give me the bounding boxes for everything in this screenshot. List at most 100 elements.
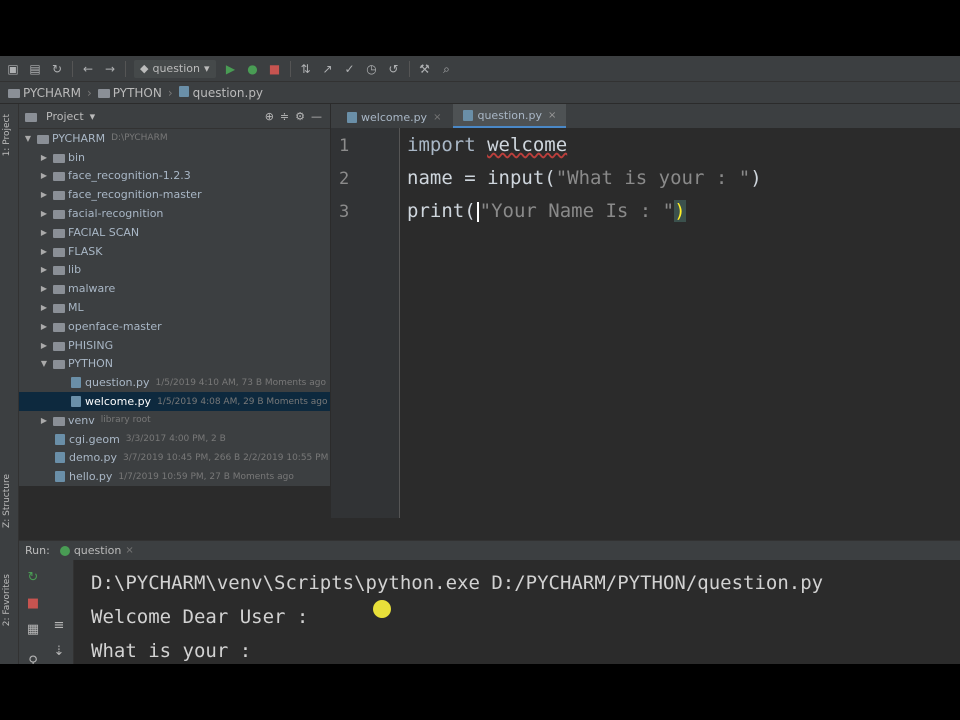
tree-item-label: demo.py bbox=[69, 451, 117, 465]
tree-folder[interactable]: ▶ lib bbox=[19, 261, 330, 280]
tree-item-label: lib bbox=[68, 263, 82, 277]
project-panel: Project ▾ ⊕ ≑ ⚙ — ▼ PYCHARM D:\PYCHARM ▶… bbox=[19, 104, 330, 486]
python-file-icon bbox=[71, 396, 81, 408]
chevron-right-icon[interactable]: ▶ bbox=[39, 228, 49, 237]
back-icon[interactable]: ← bbox=[81, 62, 95, 76]
chevron-right-icon[interactable]: ▶ bbox=[39, 171, 49, 180]
breadcrumb-folder-label: PYTHON bbox=[112, 85, 162, 100]
tree-folder[interactable]: ▶ FACIAL SCAN bbox=[19, 223, 330, 242]
tree-folder[interactable]: ▼ PYTHON bbox=[19, 355, 330, 374]
tree-folder[interactable]: ▶ face_recognition-master bbox=[19, 185, 330, 204]
run-tab-question[interactable]: question × bbox=[59, 544, 134, 557]
project-tool-tab[interactable]: 1: Project bbox=[2, 114, 12, 156]
close-icon[interactable]: × bbox=[433, 112, 441, 123]
tree-item-label: question.py bbox=[85, 376, 150, 390]
chevron-right-icon[interactable]: ▶ bbox=[39, 322, 49, 331]
chevron-right-icon[interactable]: ▶ bbox=[39, 265, 49, 274]
history-icon[interactable]: ◷ bbox=[365, 62, 379, 76]
debug-icon[interactable]: ● bbox=[246, 62, 260, 76]
pin-icon[interactable]: ⚲ bbox=[25, 654, 41, 664]
chevron-right-icon[interactable]: ▶ bbox=[39, 284, 49, 293]
scroll-to-end-icon[interactable]: ⇣ bbox=[51, 644, 67, 659]
tab-welcome[interactable]: welcome.py × bbox=[337, 106, 451, 128]
search-icon[interactable]: ⌕ bbox=[440, 62, 454, 76]
structure-tool-tab[interactable]: Z: Structure bbox=[2, 474, 12, 528]
collapse-icon[interactable]: ≑ bbox=[280, 110, 289, 123]
stop-icon[interactable]: ■ bbox=[268, 62, 282, 76]
wrench-icon[interactable]: ⚒ bbox=[418, 62, 432, 76]
tree-folder[interactable]: ▶ openface-master bbox=[19, 317, 330, 336]
tree-item-label: bin bbox=[68, 150, 86, 164]
commit-icon[interactable]: ↗ bbox=[321, 62, 335, 76]
tree-item-label: openface-master bbox=[68, 319, 162, 333]
code-text: name = input( bbox=[407, 167, 556, 189]
run-icon[interactable]: ▶ bbox=[224, 62, 238, 76]
toolbar-separator bbox=[289, 60, 291, 77]
save-icon[interactable]: ▤ bbox=[28, 62, 42, 76]
tree-file[interactable]: question.py 1/5/2019 4:10 AM, 73 B Moment… bbox=[19, 373, 330, 392]
chevron-down-icon[interactable]: ▾ bbox=[90, 110, 96, 123]
chevron-down-icon[interactable]: ▼ bbox=[39, 359, 49, 368]
tree-folder[interactable]: ▶ venv library root bbox=[19, 411, 330, 430]
pycharm-window: ▣ ▤ ↻ ← → ◆ question ▾ ▶ ● ■ ⇅ ↗ ✓ ◷ ↺ ⚒… bbox=[0, 56, 960, 664]
chevron-right-icon[interactable]: ▶ bbox=[39, 341, 49, 350]
tree-item-meta: 3/7/2019 10:45 PM, 266 B 2/2/2019 10:55 … bbox=[123, 452, 329, 463]
run-console[interactable]: D:\PYCHARM\venv\Scripts\python.exe D:/PY… bbox=[74, 560, 960, 664]
chevron-right-icon[interactable]: ▶ bbox=[39, 153, 49, 162]
tree-root-label: PYCHARM bbox=[52, 131, 106, 145]
tree-folder[interactable]: ▶ FLASK bbox=[19, 242, 330, 261]
breadcrumb-root[interactable]: PYCHARM bbox=[8, 86, 81, 100]
run-config-label: question bbox=[152, 62, 200, 75]
tree-file[interactable]: cgi.geom 3/3/2017 4:00 PM, 2 B bbox=[19, 430, 330, 449]
chevron-right-icon[interactable]: ▶ bbox=[39, 303, 49, 312]
folder-icon bbox=[97, 88, 110, 98]
rerun-icon[interactable]: ↻ bbox=[25, 570, 41, 585]
tab-label: welcome.py bbox=[361, 110, 428, 124]
folder-icon bbox=[53, 153, 65, 163]
project-icon bbox=[25, 112, 37, 122]
tree-folder[interactable]: ▶ face_recognition-1.2.3 bbox=[19, 167, 330, 186]
tree-item-label: PYTHON bbox=[68, 357, 113, 371]
layout-icon[interactable]: ▦ bbox=[25, 622, 41, 637]
chevron-down-icon: ▼ bbox=[24, 133, 32, 143]
chevron-right-icon[interactable]: ▶ bbox=[39, 190, 49, 199]
line-number-gutter: 1 2 3 bbox=[331, 128, 400, 518]
tree-item-meta: 1/5/2019 4:10 AM, 73 B Moments ago bbox=[155, 377, 326, 388]
chevron-right-icon[interactable]: ▶ bbox=[39, 416, 49, 425]
gear-icon[interactable]: ⚙ bbox=[295, 110, 305, 123]
tree-root[interactable]: ▼ PYCHARM D:\PYCHARM bbox=[19, 129, 330, 148]
target-icon[interactable]: ⊕ bbox=[265, 110, 274, 123]
tree-file[interactable]: hello.py 1/7/2019 10:59 PM, 27 B Moments … bbox=[19, 467, 330, 486]
revert-icon[interactable]: ↺ bbox=[387, 62, 401, 76]
vcs-icon[interactable]: ⇅ bbox=[299, 62, 313, 76]
breadcrumb-folder[interactable]: PYTHON bbox=[97, 85, 162, 100]
tree-file[interactable]: welcome.py 1/5/2019 4:08 AM, 29 B Moments… bbox=[19, 392, 330, 411]
python-file-icon bbox=[55, 471, 65, 483]
chevron-right-icon[interactable]: ▶ bbox=[39, 209, 49, 218]
favorites-tool-tab[interactable]: 2: Favorites bbox=[2, 574, 12, 626]
soft-wrap-icon[interactable]: ≡ bbox=[51, 618, 67, 633]
tree-folder[interactable]: ▶ malware bbox=[19, 279, 330, 298]
sync-icon[interactable]: ↻ bbox=[50, 62, 64, 76]
close-icon[interactable]: × bbox=[125, 545, 133, 556]
breadcrumb-file[interactable]: question.py bbox=[178, 85, 263, 100]
matched-brace: ) bbox=[674, 200, 686, 222]
tree-folder[interactable]: ▶ ML bbox=[19, 298, 330, 317]
code-editor[interactable]: import welcome name = input("What is you… bbox=[407, 128, 960, 518]
run-config-selector[interactable]: ◆ question ▾ bbox=[134, 59, 216, 78]
chevron-right-icon[interactable]: ▶ bbox=[39, 247, 49, 256]
project-panel-title[interactable]: Project bbox=[46, 110, 84, 123]
tree-folder[interactable]: ▶ bin bbox=[19, 148, 330, 167]
tree-folder[interactable]: ▶ facial-recognition bbox=[19, 204, 330, 223]
open-icon[interactable]: ▣ bbox=[6, 62, 20, 76]
check-icon[interactable]: ✓ bbox=[343, 62, 357, 76]
hide-icon[interactable]: — bbox=[311, 110, 322, 123]
forward-icon[interactable]: → bbox=[103, 62, 117, 76]
tab-question[interactable]: question.py × bbox=[453, 104, 567, 128]
tree-folder[interactable]: ▶ PHISING bbox=[19, 336, 330, 355]
editor-tab-bar: welcome.py × question.py × bbox=[331, 104, 960, 128]
python-file-icon bbox=[71, 377, 81, 389]
stop-icon[interactable]: ■ bbox=[25, 596, 41, 611]
tree-file[interactable]: demo.py 3/7/2019 10:45 PM, 266 B 2/2/2019… bbox=[19, 449, 330, 468]
close-icon[interactable]: × bbox=[548, 110, 556, 121]
